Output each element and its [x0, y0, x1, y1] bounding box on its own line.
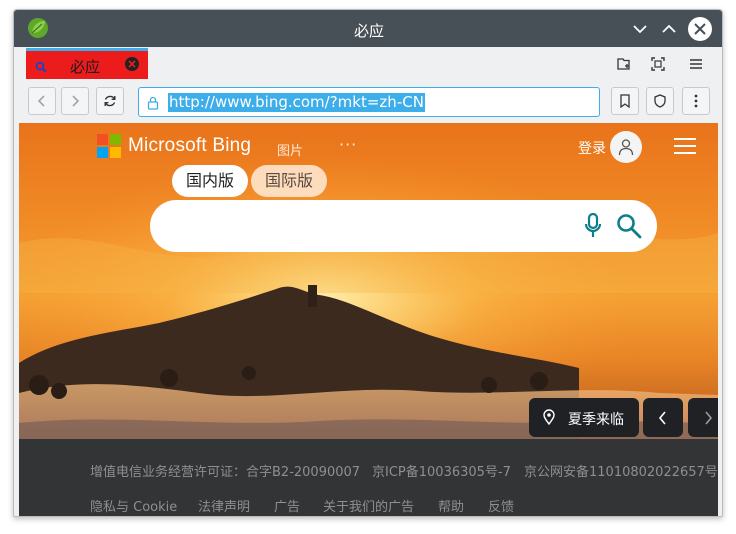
privacy-link[interactable]: 隐私与 Cookie — [90, 496, 177, 515]
user-avatar-icon[interactable] — [610, 131, 642, 163]
web-content: Microsoft Bing 图片 ··· 登录 国内版 国际版 夏季来临 增值… — [19, 123, 718, 516]
tab-label: 必应 — [70, 58, 101, 76]
navigation-bar: http://www.bing.com/?mkt=zh-CN — [14, 80, 722, 123]
search-submit-icon[interactable] — [616, 213, 642, 243]
sunset-hill-image — [19, 123, 718, 439]
url-text: http://www.bing.com/?mkt=zh-CN — [168, 93, 425, 112]
menu-icon[interactable] — [687, 55, 705, 73]
microphone-icon[interactable] — [584, 212, 602, 243]
reload-button[interactable] — [96, 87, 124, 115]
scope-international-tab[interactable]: 国际版 — [251, 165, 328, 197]
location-pin-icon — [543, 409, 555, 429]
forward-button[interactable] — [61, 87, 89, 115]
feedback-link[interactable]: 反馈 — [488, 496, 514, 515]
minimize-button[interactable] — [629, 18, 651, 40]
fullscreen-icon[interactable] — [649, 55, 667, 73]
title-bar: 必应 — [14, 10, 722, 47]
previous-image-button[interactable] — [643, 398, 683, 437]
back-button[interactable] — [28, 87, 56, 115]
close-window-button[interactable] — [688, 17, 712, 41]
page-footer: 增值电信业务经营许可证：合字B2-20090007 京ICP备10036305号… — [19, 439, 718, 516]
ads-link[interactable]: 广告 — [274, 496, 300, 515]
police-record-link[interactable]: 京公网安备11010802022657号 — [524, 461, 718, 480]
new-tab-icon[interactable] — [615, 55, 633, 73]
hero-background-image: Microsoft Bing 图片 ··· 登录 国内版 国际版 夏季来临 — [19, 123, 718, 439]
next-image-button[interactable] — [688, 398, 718, 437]
shield-button[interactable] — [646, 87, 674, 115]
scope-domestic-tab[interactable]: 国内版 — [172, 165, 249, 197]
nav-images-link[interactable]: 图片 — [277, 140, 303, 159]
tab-close-icon[interactable] — [125, 57, 139, 71]
license-text: 增值电信业务经营许可证：合字B2-20090007 — [90, 465, 361, 480]
more-options-button[interactable] — [682, 87, 710, 115]
help-link[interactable]: 帮助 — [438, 496, 464, 515]
about-ads-link[interactable]: 关于我们的广告 — [323, 496, 414, 515]
tab-bar: 必应 — [14, 47, 722, 80]
url-input[interactable]: http://www.bing.com/?mkt=zh-CN — [138, 87, 600, 117]
bookmark-button[interactable] — [611, 87, 639, 115]
bing-search-input[interactable] — [150, 200, 657, 252]
login-link[interactable]: 登录 — [578, 138, 606, 158]
logo-text: Microsoft Bing — [128, 135, 252, 156]
icp-link[interactable]: 京ICP备10036305号-7 — [372, 461, 511, 480]
legal-link[interactable]: 法律声明 — [198, 496, 250, 515]
hamburger-menu-icon[interactable] — [674, 138, 696, 154]
maximize-button[interactable] — [658, 18, 680, 40]
location-label: 夏季来临 — [568, 412, 624, 428]
search-icon — [35, 58, 47, 77]
browser-window: 必应 必应 http://www.bing.com/?mkt=zh-CN Mic… — [13, 9, 723, 517]
lock-icon — [147, 95, 159, 114]
bing-logo[interactable]: Microsoft Bing — [97, 134, 251, 158]
nav-more-link[interactable]: ··· — [339, 135, 357, 154]
microsoft-logo-icon — [97, 134, 121, 158]
window-title: 必应 — [353, 22, 384, 40]
tab-bing[interactable]: 必应 — [26, 48, 148, 79]
image-location-button[interactable]: 夏季来临 — [529, 398, 639, 437]
